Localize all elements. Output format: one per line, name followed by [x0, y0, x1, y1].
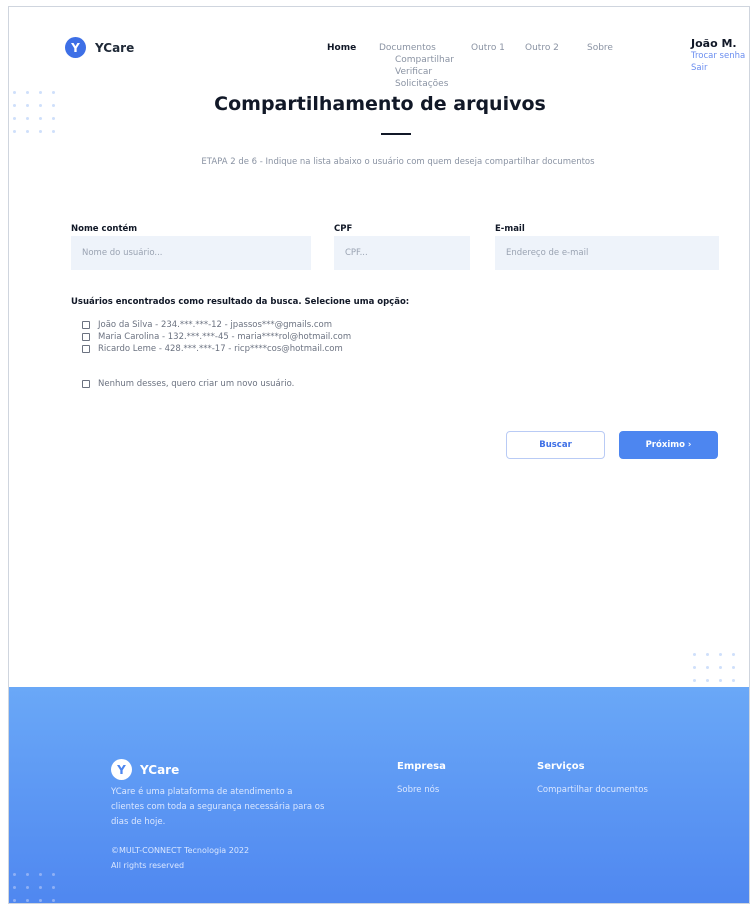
email-input[interactable] — [495, 236, 719, 270]
cpf-label: CPF — [334, 224, 353, 234]
nav-item-sobre[interactable]: Sobre — [587, 43, 613, 53]
none-option[interactable]: Nenhum desses, quero criar um novo usuár… — [82, 379, 294, 389]
search-button[interactable]: Buscar — [506, 431, 605, 459]
option-label: Maria Carolina - 132.***.***-45 - maria*… — [98, 332, 352, 342]
option-checkbox[interactable] — [82, 345, 90, 353]
option-checkbox[interactable] — [82, 333, 90, 341]
none-option-label: Nenhum desses, quero criar um novo usuár… — [98, 379, 295, 389]
footer-company-heading: Empresa — [397, 761, 446, 772]
nav-submenu-documentos: Compartilhar Verificar Solicitações — [395, 54, 454, 90]
user-option[interactable]: Ricardo Leme - 428.***.***-17 - ricp****… — [82, 344, 343, 354]
nav-item-home[interactable]: Home — [327, 43, 356, 53]
option-checkbox[interactable] — [82, 380, 90, 388]
user-option[interactable]: Maria Carolina - 132.***.***-45 - maria*… — [82, 332, 351, 342]
change-password-link[interactable]: Trocar senha — [691, 50, 745, 62]
next-button[interactable]: Próximo › — [619, 431, 718, 459]
nav-subitem-verificar[interactable]: Verificar — [395, 66, 454, 78]
title-divider — [381, 133, 411, 135]
copyright-text: ©MULT-CONNECT Tecnologia 2022 — [111, 846, 250, 855]
footer-link-sobre-nos[interactable]: Sobre nós — [397, 785, 439, 795]
footer-logo-mark-icon: Y — [111, 759, 132, 780]
footer-description: YCare é uma plataforma de atendimento a … — [111, 787, 325, 827]
decorative-dots-middle — [693, 653, 735, 682]
footer-brand-name: YCare — [140, 762, 180, 777]
name-input[interactable] — [71, 236, 311, 270]
brand-logo[interactable]: Y YCare — [65, 37, 134, 58]
footer-services-heading: Serviços — [537, 761, 585, 772]
nav-item-outro-2[interactable]: Outro 2 — [525, 43, 559, 53]
footer-logo[interactable]: Y YCare — [111, 759, 179, 780]
user-option[interactable]: João da Silva - 234.***.***-12 - jpassos… — [82, 320, 332, 330]
logo-mark-icon: Y — [65, 37, 86, 58]
decorative-dots-footer — [13, 873, 55, 902]
nav-subitem-solicitacoes[interactable]: Solicitações — [395, 78, 454, 90]
option-checkbox[interactable] — [82, 321, 90, 329]
option-label: Ricardo Leme - 428.***.***-17 - ricp****… — [98, 344, 343, 354]
page-title: Compartilhamento de arquivos — [214, 93, 546, 115]
nav-item-outro-1[interactable]: Outro 1 — [471, 43, 505, 53]
brand-name: YCare — [95, 40, 135, 55]
footer: Y YCare YCare é uma plataforma de atendi… — [9, 687, 749, 903]
footer-copyright: ©MULT-CONNECT Tecnologia 2022 All rights… — [111, 843, 249, 873]
user-menu: João M. Trocar senha Sair — [691, 37, 745, 74]
rights-text: All rights reserved — [111, 861, 185, 870]
nav-item-documentos[interactable]: Documentos — [379, 43, 436, 53]
step-description: ETAPA 2 de 6 - Indique na lista abaixo o… — [201, 157, 595, 167]
nav-subitem-compartilhar[interactable]: Compartilhar — [395, 54, 454, 66]
cpf-input[interactable] — [334, 236, 470, 270]
page-frame: Y YCare Home Documentos Compartilhar Ver… — [8, 6, 750, 904]
logout-link[interactable]: Sair — [691, 62, 745, 74]
option-label: João da Silva - 234.***.***-12 - jpassos… — [98, 320, 333, 330]
name-label: Nome contém — [71, 224, 138, 234]
results-title: Usuários encontrados como resultado da b… — [71, 297, 410, 307]
email-label: E-mail — [495, 224, 525, 234]
footer-link-compartilhar[interactable]: Compartilhar documentos — [537, 785, 648, 795]
user-name: João M. — [691, 37, 737, 50]
